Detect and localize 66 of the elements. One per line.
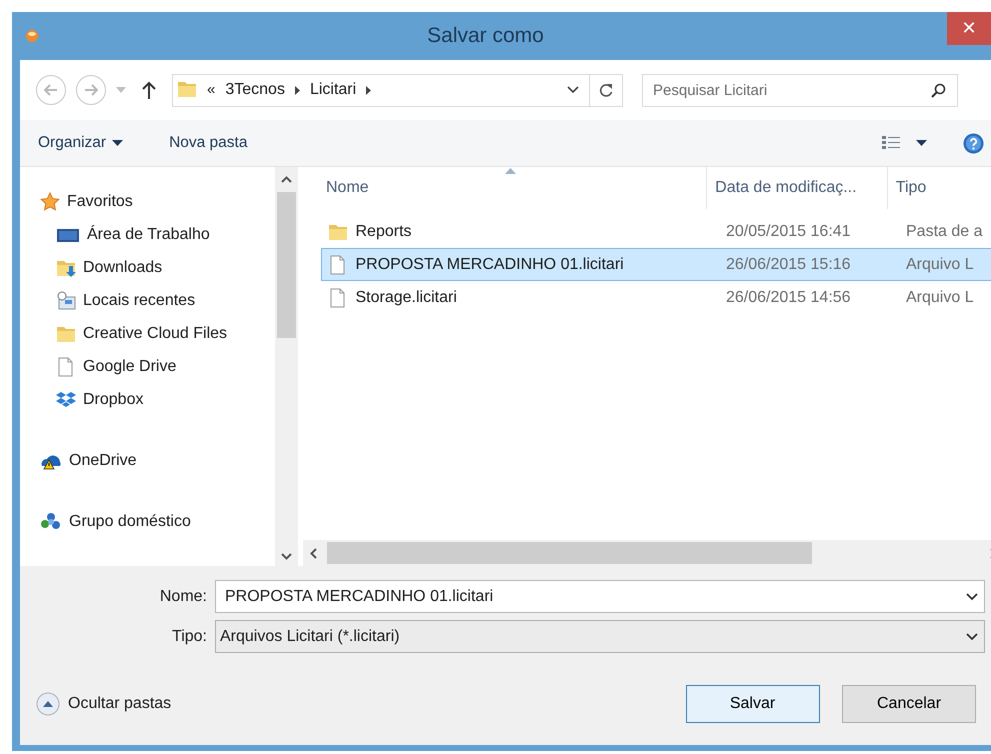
view-list-icon[interactable]	[882, 135, 900, 151]
organize-menu-button[interactable]: Organizar	[38, 131, 124, 155]
help-icon[interactable]	[963, 132, 984, 154]
vertical-scrollbar[interactable]	[275, 167, 298, 566]
file-type: Pasta de a	[906, 222, 982, 242]
file-name-field[interactable]: PROPOSTA MERCADINHO 01.licitari	[215, 580, 985, 613]
file-name: PROPOSTA MERCADINHO 01.licitari	[356, 254, 624, 274]
file-row[interactable]: Storage.licitari 26/06/2015 14:56 Arquivo L	[321, 281, 991, 314]
sidebar-item[interactable]: Favoritos	[40, 185, 275, 218]
sidebar-item[interactable]: Área de Trabalho	[40, 218, 275, 251]
modified-date: 26/06/2015 15:16	[725, 254, 852, 274]
search-icon[interactable]	[931, 82, 946, 98]
window-title: Salvar como	[426, 23, 545, 50]
caret-icon	[112, 140, 124, 146]
scroll-left-icon[interactable]	[310, 548, 317, 558]
dropbox-icon	[56, 390, 76, 410]
sidebar-item[interactable]: Creative Cloud Files	[40, 317, 275, 350]
up-arrow-icon[interactable]	[142, 81, 156, 99]
file-type-dropdown[interactable]: Arquivos Licitari (*.licitari)	[215, 620, 985, 653]
file-name: Reports	[356, 222, 412, 242]
breadcrumb-overflow[interactable]: «	[207, 78, 216, 102]
file-row[interactable]: Reports 20/05/2015 16:41 Pasta de a	[321, 215, 991, 248]
modified-date: 20/05/2015 16:41	[725, 222, 852, 242]
column-header[interactable]: Tipo	[888, 167, 991, 209]
search-field[interactable]: Pesquisar Licitari	[642, 74, 958, 106]
address-bar[interactable]: « 3Tecnos Licitari	[172, 74, 623, 106]
sidebar-item[interactable]: Downloads	[40, 251, 275, 284]
sidebar-item[interactable]: Grupo doméstico	[40, 505, 275, 538]
collapse-up-icon[interactable]	[36, 692, 60, 716]
file-type: Arquivo L	[906, 288, 974, 308]
file-name-label: Nome:	[158, 586, 208, 606]
breadcrumb-arrow-icon[interactable]	[366, 86, 372, 94]
new-folder-button[interactable]: Nova pasta	[169, 131, 248, 155]
dropdown-caret-icon[interactable]	[966, 632, 978, 640]
file-type: Arquivo L	[906, 254, 974, 274]
column-header[interactable]: Nome	[303, 167, 708, 209]
file-row[interactable]: PROPOSTA MERCADINHO 01.licitari 26/06/2015 15:16 Arquivo L	[321, 248, 991, 281]
column-header[interactable]: Data de modificaç...	[707, 167, 888, 209]
sidebar-item[interactable]: OneDrive	[40, 444, 275, 477]
forward-arrow-icon	[84, 84, 98, 96]
sidebar-item[interactable]: Dropbox	[40, 383, 275, 416]
modified-date: 26/06/2015 14:56	[725, 288, 852, 308]
close-button[interactable]: ✕	[947, 12, 991, 45]
file-name: Storage.licitari	[356, 288, 457, 308]
hide-folders-button[interactable]: Ocultar pastas	[68, 692, 172, 716]
dropdown-caret-icon[interactable]	[567, 86, 579, 94]
horizontal-scrollbar[interactable]	[303, 540, 991, 566]
file-type-label: Tipo:	[171, 626, 208, 646]
back-arrow-icon	[44, 84, 58, 96]
dropdown-caret-icon[interactable]	[966, 592, 978, 600]
sidebar-item[interactable]: Locais recentes	[40, 284, 275, 317]
breadcrumb-arrow-icon[interactable]	[294, 86, 300, 94]
scroll-down-icon[interactable]	[281, 553, 292, 560]
breadcrumb-item[interactable]: Licitari	[310, 78, 356, 102]
app-icon	[25, 29, 39, 43]
view-caret-icon[interactable]	[916, 140, 927, 146]
recent-places-icon	[56, 290, 76, 310]
dialog-button[interactable]: Cancelar	[842, 685, 976, 723]
refresh-icon	[599, 82, 613, 98]
scrollbar-thumb[interactable]	[277, 192, 296, 338]
scrollbar-thumb[interactable]	[327, 542, 812, 564]
sidebar-item[interactable]: Google Drive	[40, 350, 275, 383]
scroll-up-icon[interactable]	[281, 176, 292, 183]
breadcrumb-item[interactable]: 3Tecnos	[225, 78, 285, 102]
dialog-button[interactable]: Salvar	[686, 685, 820, 723]
star-icon	[40, 192, 60, 212]
